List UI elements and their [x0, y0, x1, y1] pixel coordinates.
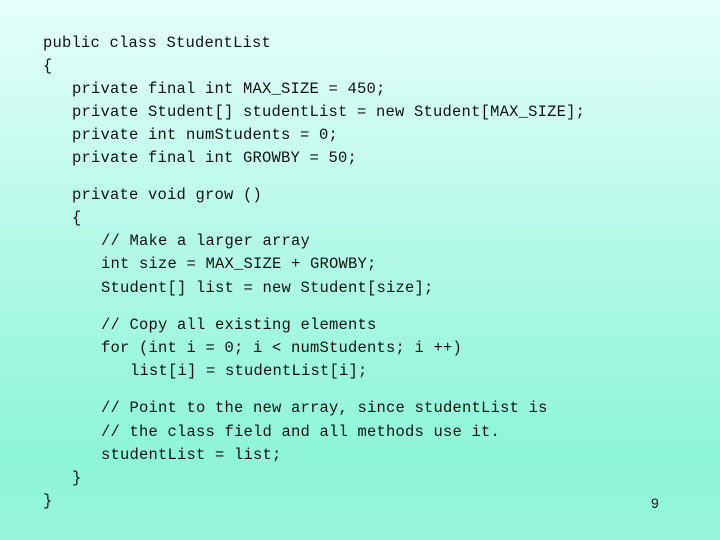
code-line-class-close-brace: } — [43, 492, 53, 510]
code-line-field-max-size: private final int MAX_SIZE = 450; — [72, 80, 386, 98]
code-line-for-loop: for (int i = 0; i < numStudents; i ++) — [101, 339, 463, 357]
code-line-method-close-brace: } — [72, 469, 82, 487]
code-line-comment-class-field: // the class field and all methods use i… — [101, 423, 501, 441]
code-line-class-declaration: public class StudentList — [43, 34, 272, 52]
slide: public class StudentList { private final… — [0, 0, 720, 540]
code-line-comment-larger-array: // Make a larger array — [101, 232, 311, 250]
page-number: 9 — [651, 495, 659, 511]
code-line-comment-copy: // Copy all existing elements — [101, 316, 377, 334]
code-line-method-open-brace: { — [72, 209, 82, 227]
code-line-new-list: Student[] list = new Student[size]; — [101, 279, 434, 297]
code-line-field-student-list: private Student[] studentList = new Stud… — [72, 103, 586, 121]
code-line-class-open-brace: { — [43, 57, 53, 75]
code-line-method-grow: private void grow () — [72, 186, 263, 204]
code-line-copy-element: list[i] = studentList[i]; — [130, 362, 368, 380]
code-line-field-num-students: private int numStudents = 0; — [72, 126, 339, 144]
code-line-field-growby: private final int GROWBY = 50; — [72, 149, 358, 167]
code-line-comment-point: // Point to the new array, since student… — [101, 399, 548, 417]
code-line-size-assignment: int size = MAX_SIZE + GROWBY; — [101, 255, 377, 273]
code-line-reassign: studentList = list; — [101, 446, 282, 464]
